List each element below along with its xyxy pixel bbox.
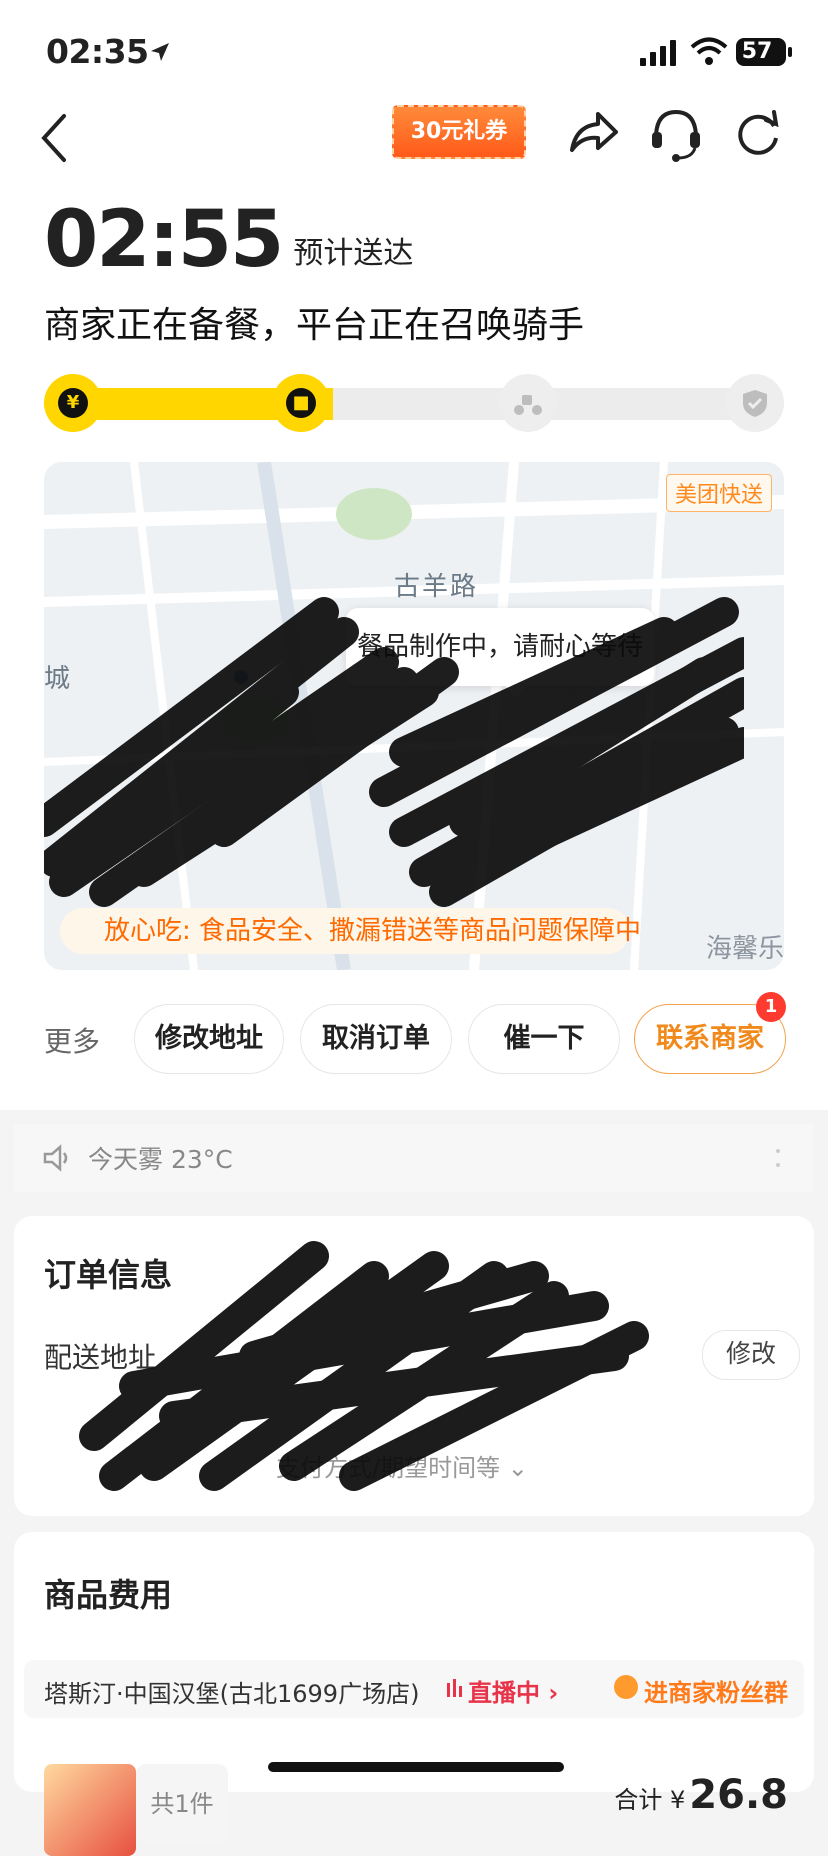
eta-time: 02:55 [44, 195, 284, 285]
fan-group-link[interactable]: 进商家粉丝群 [614, 1673, 788, 1708]
shop-row[interactable]: 塔斯汀·中国汉堡(古北1699广场店) 直播中 › 进商家粉丝群 [24, 1660, 804, 1718]
guarantee-text: 放心吃: 食品安全、撒漏错送等商品问题保障中 [104, 916, 642, 946]
live-text: 直播中 [468, 1679, 540, 1707]
step-delivered [726, 374, 784, 432]
weather-bar: 今天雾 23°C [14, 1124, 814, 1192]
battery-icon: 57 [736, 38, 792, 66]
location-arrow-icon [151, 43, 169, 61]
fan-group-text: 进商家粉丝群 [644, 1679, 788, 1707]
urge-button[interactable]: 催一下 [468, 1004, 620, 1074]
share-icon[interactable] [566, 104, 622, 164]
payment-details-link[interactable]: 支付方式/期望时间等 ⌄ [276, 1448, 528, 1483]
order-info-title: 订单信息 [44, 1256, 173, 1294]
eta: 02:55 预计送达 [44, 200, 413, 280]
map-label-right: 海馨乐 [705, 934, 784, 964]
modify-button[interactable]: 修改 [702, 1330, 800, 1380]
fees-title: 商品费用 [44, 1576, 173, 1614]
yen-icon: ¥ [58, 388, 88, 418]
order-info-card: 订单信息 配送地址 修改 支付方式/期望时间等 ⌄ [14, 1216, 814, 1516]
signal-icon [640, 40, 676, 66]
weather-text: 今天雾 23°C [88, 1145, 233, 1174]
step-delivering [499, 374, 557, 432]
step-paid: ¥ [44, 374, 102, 432]
battery-level: 57 [741, 39, 773, 64]
fees-card: 商品费用 塔斯汀·中国汉堡(古北1699广场店) 直播中 › 进商家粉丝群 共1… [14, 1532, 814, 1856]
map-status-bubble: 餐品制作中，请耐心等待 [346, 608, 654, 686]
step-preparing: ■ [272, 374, 330, 432]
payment-details-text: 支付方式/期望时间等 [276, 1454, 501, 1482]
home-indicator [268, 1762, 564, 1772]
speaker-icon [43, 1144, 68, 1172]
map-label-left: 城 [44, 664, 71, 694]
product-thumbnail[interactable] [44, 1764, 136, 1856]
action-bar: 更多 修改地址 取消订单 催一下 联系商家 1 [0, 992, 828, 1076]
check-shield-icon [743, 390, 767, 417]
status-bar: 02:35 57 [0, 0, 828, 100]
map-roads [44, 462, 784, 970]
total-label: 合计 [614, 1786, 663, 1814]
status-time: 02:35 [46, 32, 149, 71]
delivery-map[interactable]: 美团快送 古羊路 城 海馨乐 餐品制作中，请耐心等待 放心吃: 食品安全、撒漏错… [44, 462, 784, 970]
customer-service-icon[interactable] [648, 104, 704, 164]
meal-box-icon: ■ [286, 388, 316, 418]
cancel-order-button[interactable]: 取消订单 [300, 1004, 452, 1074]
back-icon[interactable] [36, 108, 76, 168]
coupon-button[interactable]: 30元礼券 [392, 105, 526, 159]
eta-label: 预计送达 [293, 236, 414, 271]
total-amount: 26.8 [689, 1772, 788, 1818]
chat-icon [614, 1675, 638, 1699]
unread-badge: 1 [756, 992, 786, 1022]
live-indicator[interactable]: 直播中 › [447, 1673, 558, 1708]
live-bars-icon [447, 1679, 462, 1697]
item-count: 共1件 [136, 1764, 228, 1844]
modify-address-button[interactable]: 修改地址 [134, 1004, 284, 1074]
currency: ¥ [670, 1786, 686, 1814]
wifi-icon [690, 37, 728, 65]
order-progress: ¥ ■ [44, 374, 784, 434]
more-button[interactable]: 更多 [44, 1020, 100, 1060]
road-label: 古羊路 [394, 572, 479, 602]
order-status-text: 商家正在备餐，平台正在召唤骑手 [44, 305, 585, 346]
refresh-icon[interactable] [730, 104, 786, 164]
nav-bar: 30元礼券 [0, 100, 828, 200]
shop-name: 塔斯汀·中国汉堡(古北1699广场店) [44, 1680, 420, 1708]
rider-icon [514, 395, 542, 415]
total-price: 合计 ¥26.8 [614, 1772, 788, 1818]
address-label: 配送地址 [44, 1341, 157, 1374]
more-dots-icon[interactable] [776, 1148, 780, 1168]
map-service-badge: 美团快送 [665, 474, 772, 512]
